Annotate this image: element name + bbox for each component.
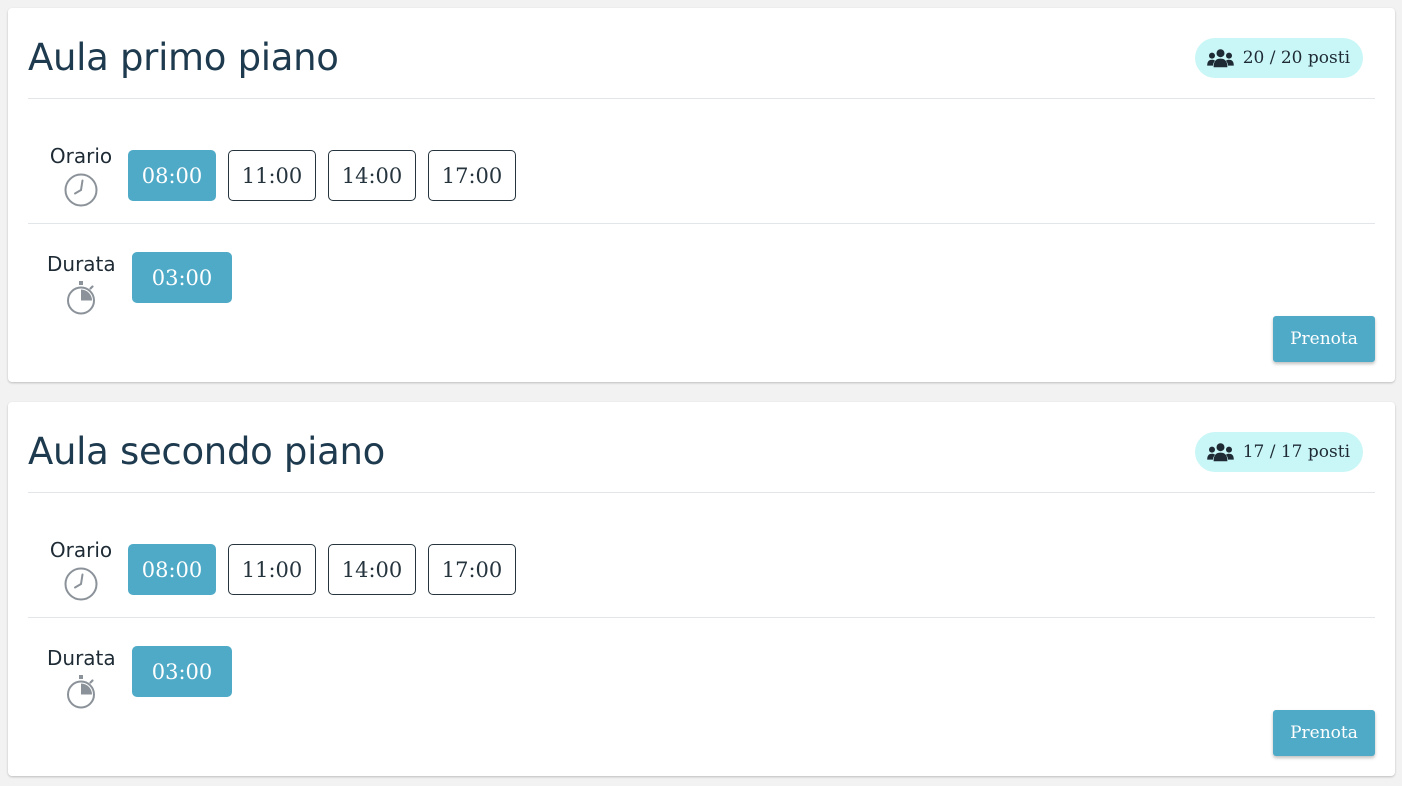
time-label: Orario (47, 538, 115, 602)
time-option-0800[interactable]: 08:00 (128, 150, 216, 201)
seats-count: 17 / 17 posti (1242, 442, 1350, 462)
time-option-0800[interactable]: 08:00 (128, 544, 216, 595)
duration-label-text: Durata (47, 252, 116, 276)
seats-badge: 20 / 20 posti (1194, 38, 1363, 78)
time-option-1400[interactable]: 14:00 (328, 544, 416, 595)
room-title: Aula secondo piano (28, 430, 385, 473)
time-label: Orario (47, 144, 115, 208)
book-button[interactable]: Prenota (1273, 710, 1375, 756)
room-title: Aula primo piano (28, 36, 339, 79)
time-label-text: Orario (49, 144, 113, 168)
time-option-1100[interactable]: 11:00 (228, 150, 316, 201)
time-option-1100[interactable]: 11:00 (228, 544, 316, 595)
clock-icon (47, 172, 115, 208)
divider (28, 492, 1375, 493)
time-option-1400[interactable]: 14:00 (328, 150, 416, 201)
users-icon (1206, 48, 1234, 68)
seats-badge: 17 / 17 posti (1194, 432, 1363, 472)
seats-count: 20 / 20 posti (1242, 48, 1350, 68)
time-option-1700[interactable]: 17:00 (428, 544, 516, 595)
room-card-primo-piano: Aula primo piano 20 / 20 posti Orario 08… (8, 8, 1395, 382)
clock-icon (47, 566, 115, 602)
duration-label: Durata (47, 646, 116, 710)
users-icon (1206, 442, 1234, 462)
duration-label-text: Durata (47, 646, 116, 670)
stopwatch-icon (47, 674, 115, 710)
duration-option-0300[interactable]: 03:00 (132, 252, 232, 303)
divider (28, 223, 1375, 224)
time-label-text: Orario (49, 538, 113, 562)
room-card-secondo-piano: Aula secondo piano 17 / 17 posti Orario … (8, 402, 1395, 776)
divider (28, 98, 1375, 99)
time-option-1700[interactable]: 17:00 (428, 150, 516, 201)
divider (28, 617, 1375, 618)
stopwatch-icon (47, 280, 115, 316)
book-button[interactable]: Prenota (1273, 316, 1375, 362)
duration-label: Durata (47, 252, 116, 316)
duration-option-0300[interactable]: 03:00 (132, 646, 232, 697)
